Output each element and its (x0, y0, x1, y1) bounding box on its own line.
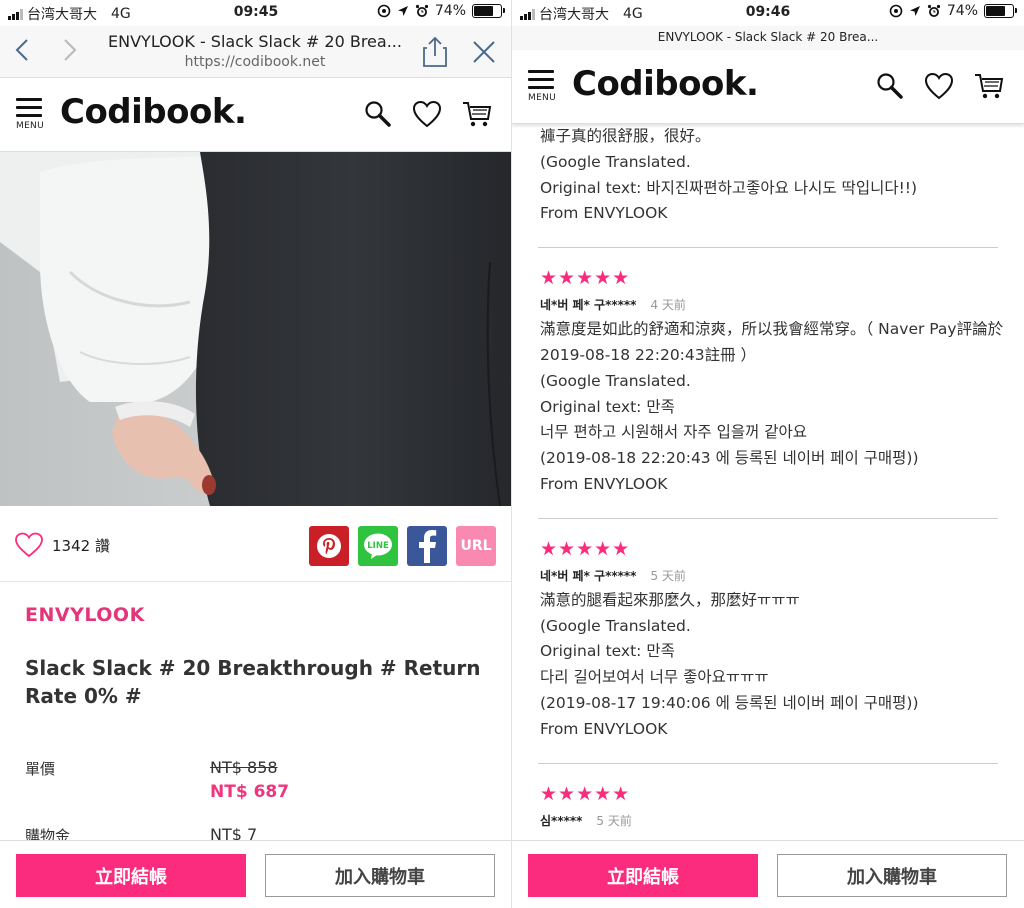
price-label: 單價 (25, 760, 56, 778)
facebook-icon[interactable] (407, 526, 447, 566)
search-icon[interactable] (364, 100, 392, 132)
logo[interactable]: Codibook. (572, 64, 759, 104)
review-line: Original text: 만족 (540, 642, 675, 661)
alarm-icon (415, 4, 428, 17)
review-date: 5 天前 (650, 568, 686, 583)
status-bar: 台湾大哥大 4G 09:46 74% (512, 0, 1024, 26)
original-price: NT$ 858 (210, 758, 278, 777)
battery-icon (472, 4, 505, 18)
star-rating: ★★★★★ (540, 267, 631, 290)
review-line: 褲子真的很舒服，很好。 (540, 127, 711, 145)
checkout-button[interactable]: 立即結帳 (16, 854, 246, 897)
menu-icon[interactable]: MENU (528, 70, 558, 103)
review-line: 2019-08-18 22:20:43註冊 ） (540, 345, 757, 364)
review-line: 滿意的腿看起來那麼久，那麼好ㅠㅠㅠ (540, 590, 800, 609)
reviewer-name: 네*버 페* 구***** (540, 568, 637, 583)
heart-icon[interactable] (924, 72, 954, 104)
right-screen: 台湾大哥大 4G 09:46 74% ENVYLOOK - Slack Slac… (512, 0, 1024, 908)
action-bar: 立即結帳 加入購物車 (512, 840, 1024, 908)
review-line: From ENVYLOOK (540, 474, 668, 493)
battery-percent: 74% (946, 3, 978, 19)
reviewer-name: 심***** (540, 813, 583, 828)
copy-url-button[interactable]: URL (456, 526, 496, 566)
review-date: 4 天前 (650, 298, 686, 313)
svg-text:LINE: LINE (367, 541, 389, 551)
page-title: ENVYLOOK - Slack Slack # 20 Brea... (108, 32, 402, 51)
review-line: (Google Translated. (540, 371, 691, 390)
review-line: Original text: 만족 (540, 397, 675, 416)
close-icon[interactable] (472, 40, 496, 68)
product-title: Slack Slack # 20 Breakthrough # Return R… (25, 656, 481, 708)
review-date: 5 天前 (596, 813, 632, 828)
review-line: Original text: 바지진짜편하고좋아요 나시도 딱입니다!!) (540, 178, 918, 197)
product-image (0, 152, 511, 506)
like-group[interactable]: 1342 讚 (14, 532, 110, 558)
star-rating: ★★★★★ (540, 537, 631, 560)
review-item: ★★★★★ 네*버 페* 구***** 4 天前 滿意度是如此的舒適和涼爽，所以… (538, 248, 1010, 519)
review-line: (Google Translated. (540, 152, 691, 171)
review-line: From ENVYLOOK (540, 204, 668, 223)
review-line: (2019-08-18 22:20:43 에 등록된 네이버 페이 구매평)) (540, 449, 919, 468)
heart-icon[interactable] (412, 100, 442, 132)
search-icon[interactable] (876, 72, 904, 104)
menu-label: MENU (528, 93, 556, 103)
heart-icon[interactable] (14, 532, 44, 558)
brand-name[interactable]: ENVYLOOK (25, 604, 145, 626)
review-list: 褲子真的很舒服，很好。 (Google Translated. Original… (538, 124, 1010, 833)
add-to-cart-button[interactable]: 加入購物車 (265, 854, 495, 897)
add-to-cart-button[interactable]: 加入購物車 (777, 854, 1007, 897)
page-url[interactable]: https://codibook.net (70, 54, 440, 70)
battery-icon (984, 4, 1017, 18)
action-bar: 立即結帳 加入購物車 (0, 840, 511, 908)
checkout-button[interactable]: 立即結帳 (528, 854, 758, 897)
back-icon[interactable] (14, 38, 30, 69)
status-bar: 台湾大哥大 4G 09:45 74% (0, 0, 511, 26)
reviewer-name: 네*버 페* 구***** (540, 298, 637, 313)
review-partial: 褲子真的很舒服，很好。 (Google Translated. Original… (538, 124, 1010, 249)
review-line: (Google Translated. (540, 616, 691, 635)
alarm-icon (927, 4, 940, 17)
browser-bar: ENVYLOOK - Slack Slack # 20 Brea... http… (0, 26, 511, 78)
review-line: 다리 길어보여서 너무 좋아요ㅠㅠㅠ (540, 668, 769, 687)
site-header: MENU Codibook. (512, 50, 1024, 124)
left-screen: 台湾大哥大 4G 09:45 74% ENVYLOOK - Slack Slac… (0, 0, 512, 908)
social-row: 1342 讚 LINE URL (0, 508, 511, 582)
logo[interactable]: Codibook. (60, 92, 247, 132)
share-buttons: LINE URL (309, 526, 496, 566)
star-rating: ★★★★★ (540, 782, 631, 805)
line-icon[interactable]: LINE (358, 526, 398, 566)
battery-percent: 74% (434, 3, 466, 19)
status-right: 74% (889, 3, 1017, 19)
location-icon (377, 4, 391, 18)
share-icon[interactable] (421, 36, 449, 72)
review-line: 滿意度是如此的舒適和涼爽，所以我會經常穿。（ Naver Pay評論於 (540, 320, 1004, 339)
menu-label: MENU (16, 121, 44, 131)
sale-price: NT$ 687 (210, 782, 290, 802)
cart-icon[interactable] (462, 100, 492, 132)
review-line: (2019-08-17 19:40:06 에 등록된 네이버 페이 구매평)) (540, 693, 919, 712)
review-item: ★★★★★ 심***** 5 天前 (540, 764, 1010, 829)
location-icon (889, 4, 903, 18)
review-line: From ENVYLOOK (540, 719, 668, 738)
review-line: 너무 편하고 시원해서 자주 입을꺼 같아요 (540, 423, 808, 442)
site-header: MENU Codibook. (0, 78, 511, 152)
cart-icon[interactable] (974, 72, 1004, 104)
navigation-icon (397, 6, 408, 16)
menu-icon[interactable]: MENU (16, 98, 46, 131)
review-item: ★★★★★ 네*버 페* 구***** 5 天前 滿意的腿看起來那麼久，那麼好ㅠ… (538, 519, 1010, 764)
like-count: 1342 讚 (52, 536, 110, 555)
pinterest-icon[interactable] (309, 526, 349, 566)
page-title[interactable]: ENVYLOOK - Slack Slack # 20 Brea... (512, 26, 1024, 50)
status-right: 74% (377, 3, 505, 19)
navigation-icon (909, 6, 920, 16)
